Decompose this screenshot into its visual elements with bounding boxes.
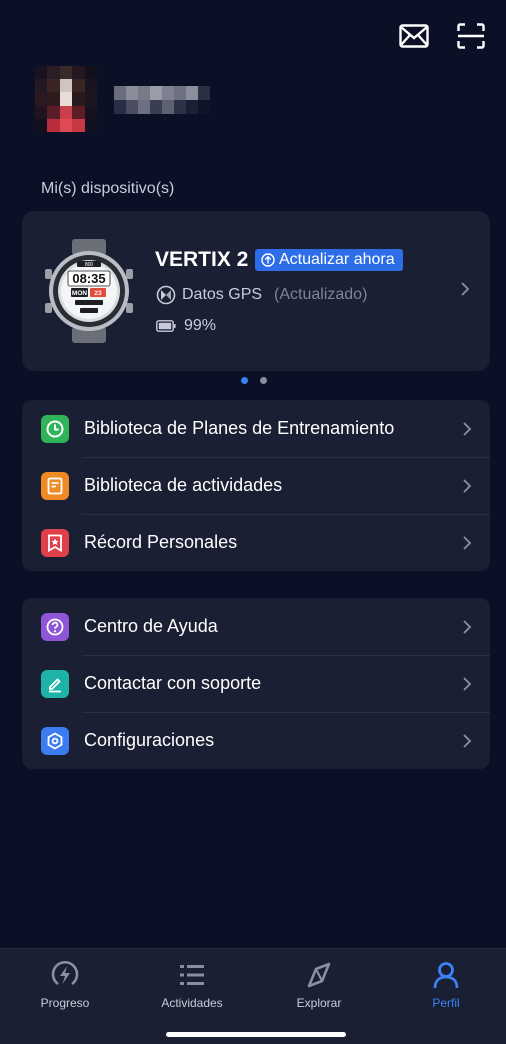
watch-date: 23 xyxy=(94,290,102,297)
menu-item-activity-library[interactable]: Biblioteca de actividades xyxy=(22,457,490,514)
nav-label: Explorar xyxy=(296,996,342,1010)
menu-label: Configuraciones xyxy=(84,730,215,750)
document-icon xyxy=(41,471,69,500)
profile-screen: Mi(s) dispositivo(s) 800 08:35 MON 23 VE… xyxy=(0,0,506,1044)
menu-group-library: Biblioteca de Planes de Entrenamiento Bi… xyxy=(22,400,490,571)
gps-status: (Actualizado) xyxy=(274,286,368,303)
chevron-right-icon xyxy=(463,536,472,550)
chevron-right-icon xyxy=(463,734,472,748)
avatar[interactable] xyxy=(35,66,97,132)
menu-item-settings[interactable]: Configuraciones xyxy=(22,712,490,769)
update-now-label: Actualizar ahora xyxy=(279,251,395,268)
pager-dot-active xyxy=(241,377,248,384)
watch-image: 800 08:35 MON 23 xyxy=(45,239,133,343)
menu-label: Biblioteca de actividades xyxy=(84,475,283,495)
update-now-button[interactable]: Actualizar ahora xyxy=(255,249,403,271)
scan-icon[interactable] xyxy=(455,20,487,52)
chevron-right-icon xyxy=(463,620,472,634)
device-card[interactable]: 800 08:35 MON 23 VERTIX 2 Actualizar aho… xyxy=(22,211,490,371)
pencil-icon xyxy=(41,669,69,698)
list-icon xyxy=(176,959,208,991)
nav-activities[interactable]: Actividades xyxy=(142,959,242,1010)
chevron-right-icon xyxy=(463,479,472,493)
menu-item-training-plans[interactable]: Biblioteca de Planes de Entrenamiento xyxy=(22,400,490,457)
username xyxy=(114,86,210,114)
upload-circle-icon xyxy=(261,253,275,267)
svg-text:800: 800 xyxy=(85,262,94,268)
device-name: VERTIX 2 xyxy=(155,248,249,271)
menu-label: Biblioteca de Planes de Entrenamiento xyxy=(84,418,395,438)
gps-label: Datos GPS xyxy=(182,286,263,303)
compass-icon xyxy=(303,959,335,991)
menu-label: Contactar con soporte xyxy=(84,673,262,693)
menu-label: Centro de Ayuda xyxy=(84,616,218,636)
question-icon xyxy=(41,612,69,641)
clock-icon xyxy=(41,414,69,443)
menu-group-support: Centro de Ayuda Contactar con soporte Co… xyxy=(22,598,490,769)
nav-label: Progreso xyxy=(40,996,90,1010)
menu-label: Récord Personales xyxy=(84,532,238,552)
battery-icon xyxy=(156,320,176,332)
battery-row: 99% xyxy=(156,317,216,335)
devices-section-label: Mi(s) dispositivo(s) xyxy=(41,180,175,197)
nav-progress[interactable]: Progreso xyxy=(15,959,115,1010)
nav-label: Perfil xyxy=(432,996,460,1010)
satellite-icon xyxy=(156,285,176,305)
menu-item-help-center[interactable]: Centro de Ayuda xyxy=(22,598,490,655)
mail-icon[interactable] xyxy=(398,20,430,52)
chevron-right-icon xyxy=(463,677,472,691)
nav-label: Actividades xyxy=(161,996,223,1010)
nav-profile[interactable]: Perfil xyxy=(396,959,496,1010)
hexagon-settings-icon xyxy=(41,726,69,755)
battery-level: 99% xyxy=(184,317,217,334)
chevron-right-icon xyxy=(461,282,470,296)
bookmark-star-icon xyxy=(41,528,69,557)
device-pager[interactable] xyxy=(0,377,506,384)
lightning-circle-icon xyxy=(49,959,81,991)
person-icon xyxy=(430,959,462,991)
watch-time: 08:35 xyxy=(72,271,105,286)
chevron-right-icon xyxy=(463,422,472,436)
menu-item-contact-support[interactable]: Contactar con soporte xyxy=(22,655,490,712)
watch-day: MON xyxy=(72,290,87,297)
menu-item-personal-records[interactable]: Récord Personales xyxy=(22,514,490,571)
gps-row: Datos GPS (Actualizado) xyxy=(156,285,367,305)
bottom-nav: Progreso Actividades Explorar Perfil xyxy=(0,948,506,1044)
home-indicator[interactable] xyxy=(166,1032,346,1037)
nav-explore[interactable]: Explorar xyxy=(269,959,369,1010)
pager-dot xyxy=(260,377,267,384)
